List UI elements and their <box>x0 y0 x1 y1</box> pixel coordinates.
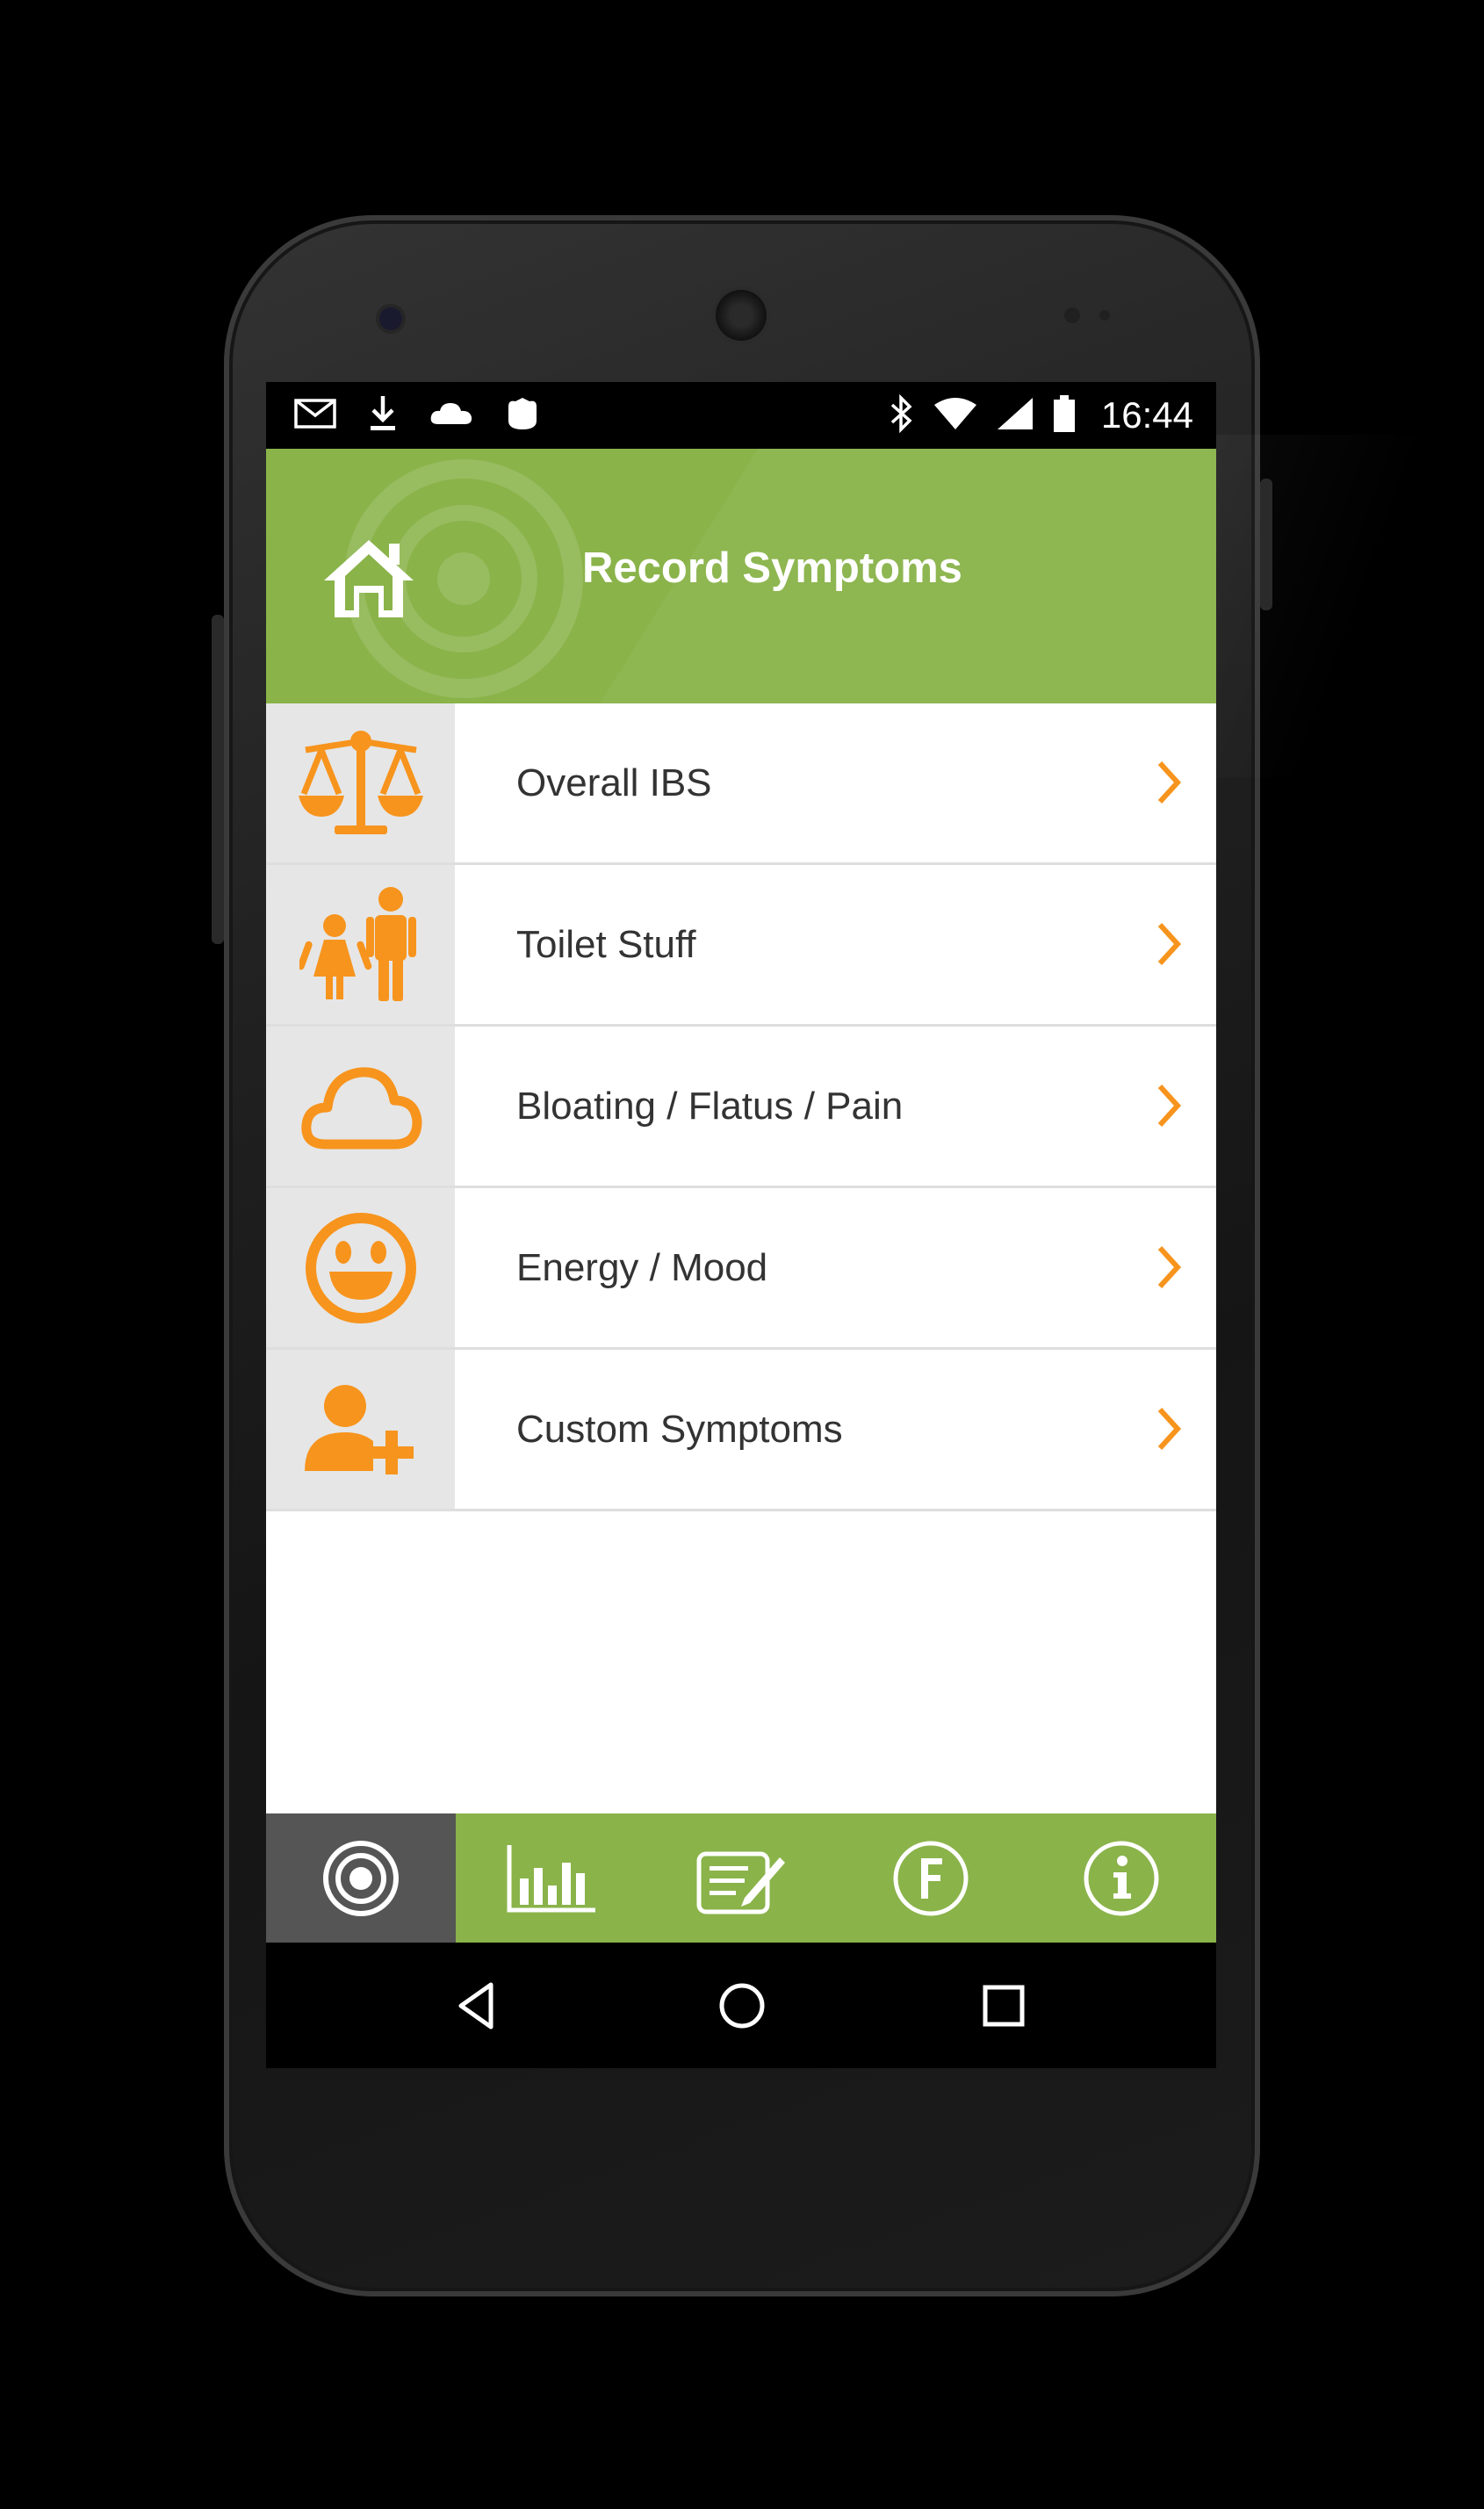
sensor <box>1064 307 1080 323</box>
menu-item-bloating[interactable]: Bloating / Flatus / Pain <box>266 1027 1216 1188</box>
page-title: Record Symptoms <box>582 544 962 592</box>
clock: 16:44 <box>1100 394 1193 436</box>
menu-item-toilet-stuff[interactable]: Toilet Stuff <box>266 865 1216 1027</box>
menu-item-label: Bloating / Flatus / Pain <box>516 1084 904 1128</box>
menu-item-label: Toilet Stuff <box>516 922 696 966</box>
f-circle-icon <box>893 1841 969 1915</box>
menu-item-energy-mood[interactable]: Energy / Mood <box>266 1188 1216 1350</box>
info-icon <box>1084 1841 1159 1915</box>
tab-charts[interactable] <box>456 1813 645 1943</box>
signal-icon <box>996 396 1034 436</box>
android-nav-bar <box>266 1943 1216 2068</box>
toilet-people-icon <box>266 865 455 1024</box>
volume-button <box>212 615 224 944</box>
download-icon <box>368 394 398 437</box>
add-person-icon <box>266 1350 455 1509</box>
recents-icon[interactable] <box>977 1979 1030 2032</box>
front-camera <box>379 307 402 330</box>
sensor <box>1099 310 1110 321</box>
tab-record[interactable] <box>266 1813 457 1943</box>
bottom-tab-bar <box>266 1813 1216 1943</box>
tab-diary[interactable] <box>646 1813 836 1943</box>
notes-edit-icon <box>696 1851 786 1914</box>
mail-icon <box>294 398 336 433</box>
menu-item-label: Overall IBS <box>516 761 712 804</box>
app-screen: 16:44 Record Symptoms Overall IBS Toilet… <box>266 382 1216 2068</box>
bar-chart-icon <box>507 1844 595 1912</box>
cloud-outline-icon <box>266 1027 455 1186</box>
tab-info[interactable] <box>1027 1813 1216 1943</box>
chevron-right-icon <box>1157 1245 1182 1289</box>
menu-item-custom-symptoms[interactable]: Custom Symptoms <box>266 1350 1216 1511</box>
tab-fodmap[interactable] <box>836 1813 1026 1943</box>
chevron-right-icon <box>1157 922 1182 966</box>
menu-item-overall-ibs[interactable]: Overall IBS <box>266 703 1216 865</box>
target-icon <box>323 1840 400 1916</box>
menu-item-label: Custom Symptoms <box>516 1407 843 1451</box>
app-icon <box>505 396 540 436</box>
home-icon[interactable] <box>321 535 417 623</box>
scales-icon <box>266 703 455 862</box>
chevron-right-icon <box>1157 761 1182 804</box>
app-header: Record Symptoms <box>266 449 1216 703</box>
wifi-icon <box>933 396 978 436</box>
battery-icon <box>1052 394 1077 437</box>
bluetooth-icon <box>889 393 915 437</box>
cloud-icon <box>429 401 473 430</box>
chevron-right-icon <box>1157 1084 1182 1128</box>
home-nav-icon[interactable] <box>716 1979 768 2032</box>
power-button <box>1260 479 1272 610</box>
status-bar: 16:44 <box>266 382 1216 449</box>
speaker-grill <box>716 290 767 341</box>
chevron-right-icon <box>1157 1407 1182 1451</box>
symptom-menu: Overall IBS Toilet Stuff Bloating / Flat… <box>266 703 1216 1511</box>
back-icon[interactable] <box>452 1979 505 2032</box>
smiley-icon <box>266 1188 455 1347</box>
menu-item-label: Energy / Mood <box>516 1245 768 1289</box>
